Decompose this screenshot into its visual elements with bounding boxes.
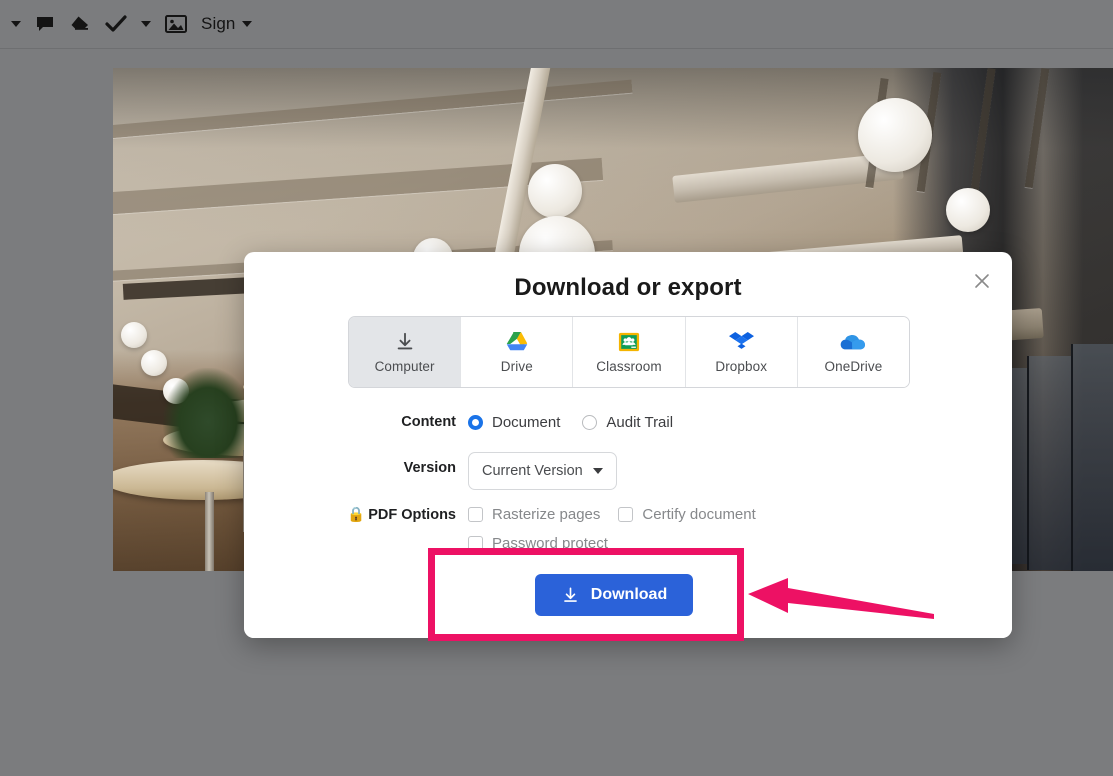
glass-door <box>1071 344 1113 571</box>
image-glyph <box>165 15 187 33</box>
destination-label: OneDrive <box>825 359 883 374</box>
chevron-down-icon <box>593 468 603 474</box>
checkbox-indicator <box>468 507 483 522</box>
potted-plant <box>163 368 253 458</box>
download-glyph <box>394 331 416 353</box>
version-row: Version Current Version <box>244 452 617 490</box>
caret-down-glyph <box>11 21 21 27</box>
pdf-options-label: 🔒PDF Options <box>244 506 468 523</box>
pdf-options-checkbox-group: Rasterize pages Certify document Passwor… <box>468 506 808 552</box>
pdf-options-text: PDF Options <box>368 507 456 523</box>
google-classroom-glyph <box>618 331 640 353</box>
download-button[interactable]: Download <box>535 574 693 616</box>
lock-icon: 🔒 <box>347 507 365 523</box>
download-button-label: Download <box>591 586 667 604</box>
google-drive-glyph <box>505 331 529 353</box>
ceiling-strip <box>970 68 995 192</box>
checkbox-option-rasterize-pages[interactable]: Rasterize pages <box>468 506 600 523</box>
version-label: Version <box>244 452 468 476</box>
ceiling-beam <box>113 80 633 142</box>
eraser-glyph <box>69 14 91 34</box>
content-control: Document Audit Trail <box>468 414 673 431</box>
radio-indicator <box>582 415 597 430</box>
destination-tab-drive[interactable]: Drive <box>461 317 573 387</box>
checkbox-indicator <box>468 536 483 551</box>
caret-down-icon[interactable] <box>4 9 28 39</box>
destination-label: Dropbox <box>715 359 767 374</box>
caret-down-glyph-2 <box>141 21 151 27</box>
eraser-icon[interactable] <box>62 9 98 39</box>
destination-tab-classroom[interactable]: Classroom <box>573 317 685 387</box>
close-glyph <box>974 273 990 289</box>
comment-glyph <box>35 14 55 34</box>
destination-label: Computer <box>375 359 435 374</box>
dropbox-icon <box>729 330 754 354</box>
dropbox-glyph <box>729 331 754 353</box>
sign-label: Sign <box>201 14 242 34</box>
version-select-value: Current Version <box>482 463 583 479</box>
version-control: Current Version <box>468 452 617 490</box>
wall-sconce <box>121 322 147 348</box>
radio-option-audit-trail[interactable]: Audit Trail <box>582 414 673 431</box>
dialog-body: Computer <box>244 310 1012 552</box>
close-icon[interactable] <box>969 268 995 294</box>
checkbox-option-certify-document[interactable]: Certify document <box>618 506 755 523</box>
onedrive-glyph <box>840 332 867 352</box>
onedrive-icon <box>840 330 867 354</box>
checkbox-label: Password protect <box>492 535 608 552</box>
checkbox-label: Rasterize pages <box>492 506 600 523</box>
google-drive-icon <box>505 330 529 354</box>
dialog-footer: Download <box>244 552 1012 638</box>
download-or-export-dialog: Download or export Computer <box>244 252 1012 638</box>
pendant-lamp <box>858 98 932 172</box>
download-icon <box>394 330 416 354</box>
destination-tab-onedrive[interactable]: OneDrive <box>798 317 909 387</box>
pdf-options-control: Rasterize pages Certify document Passwor… <box>468 506 808 552</box>
destination-label: Drive <box>501 359 533 374</box>
caret-down-glyph-3 <box>242 21 252 27</box>
content-label: Content <box>244 414 468 430</box>
radio-label: Audit Trail <box>606 414 673 431</box>
pendant-lamp <box>528 164 582 218</box>
checkbox-label: Certify document <box>642 506 755 523</box>
checkmark-glyph <box>105 14 127 34</box>
ceiling-strip <box>1025 68 1050 188</box>
caret-down-icon-2[interactable] <box>134 9 158 39</box>
content-row: Content Document Audit Trail <box>244 414 673 431</box>
checkbox-option-password-protect[interactable]: Password protect <box>468 535 608 552</box>
google-classroom-icon <box>618 330 640 354</box>
destination-label: Classroom <box>596 359 661 374</box>
destination-tabs: Computer <box>348 316 910 388</box>
dialog-title: Download or export <box>244 274 1012 302</box>
screenshot-root: Sign <box>0 0 1113 776</box>
comment-icon[interactable] <box>28 9 62 39</box>
radio-option-document[interactable]: Document <box>468 414 560 431</box>
pdf-options-row: 🔒PDF Options Rasterize pages Certify doc… <box>244 506 808 552</box>
table-leg <box>205 492 214 571</box>
content-radio-group: Document Audit Trail <box>468 414 673 431</box>
sign-menu[interactable]: Sign <box>194 9 259 39</box>
download-icon <box>561 586 580 605</box>
top-toolbar: Sign <box>0 0 1113 49</box>
glass-door <box>1027 356 1073 570</box>
radio-indicator <box>468 415 483 430</box>
checkbox-indicator <box>618 507 633 522</box>
image-icon[interactable] <box>158 9 194 39</box>
pendant-lamp <box>946 188 990 232</box>
checkmark-icon[interactable] <box>98 9 134 39</box>
destination-tab-dropbox[interactable]: Dropbox <box>686 317 798 387</box>
destination-tab-computer[interactable]: Computer <box>349 317 461 387</box>
version-select[interactable]: Current Version <box>468 452 617 490</box>
radio-label: Document <box>492 414 560 431</box>
